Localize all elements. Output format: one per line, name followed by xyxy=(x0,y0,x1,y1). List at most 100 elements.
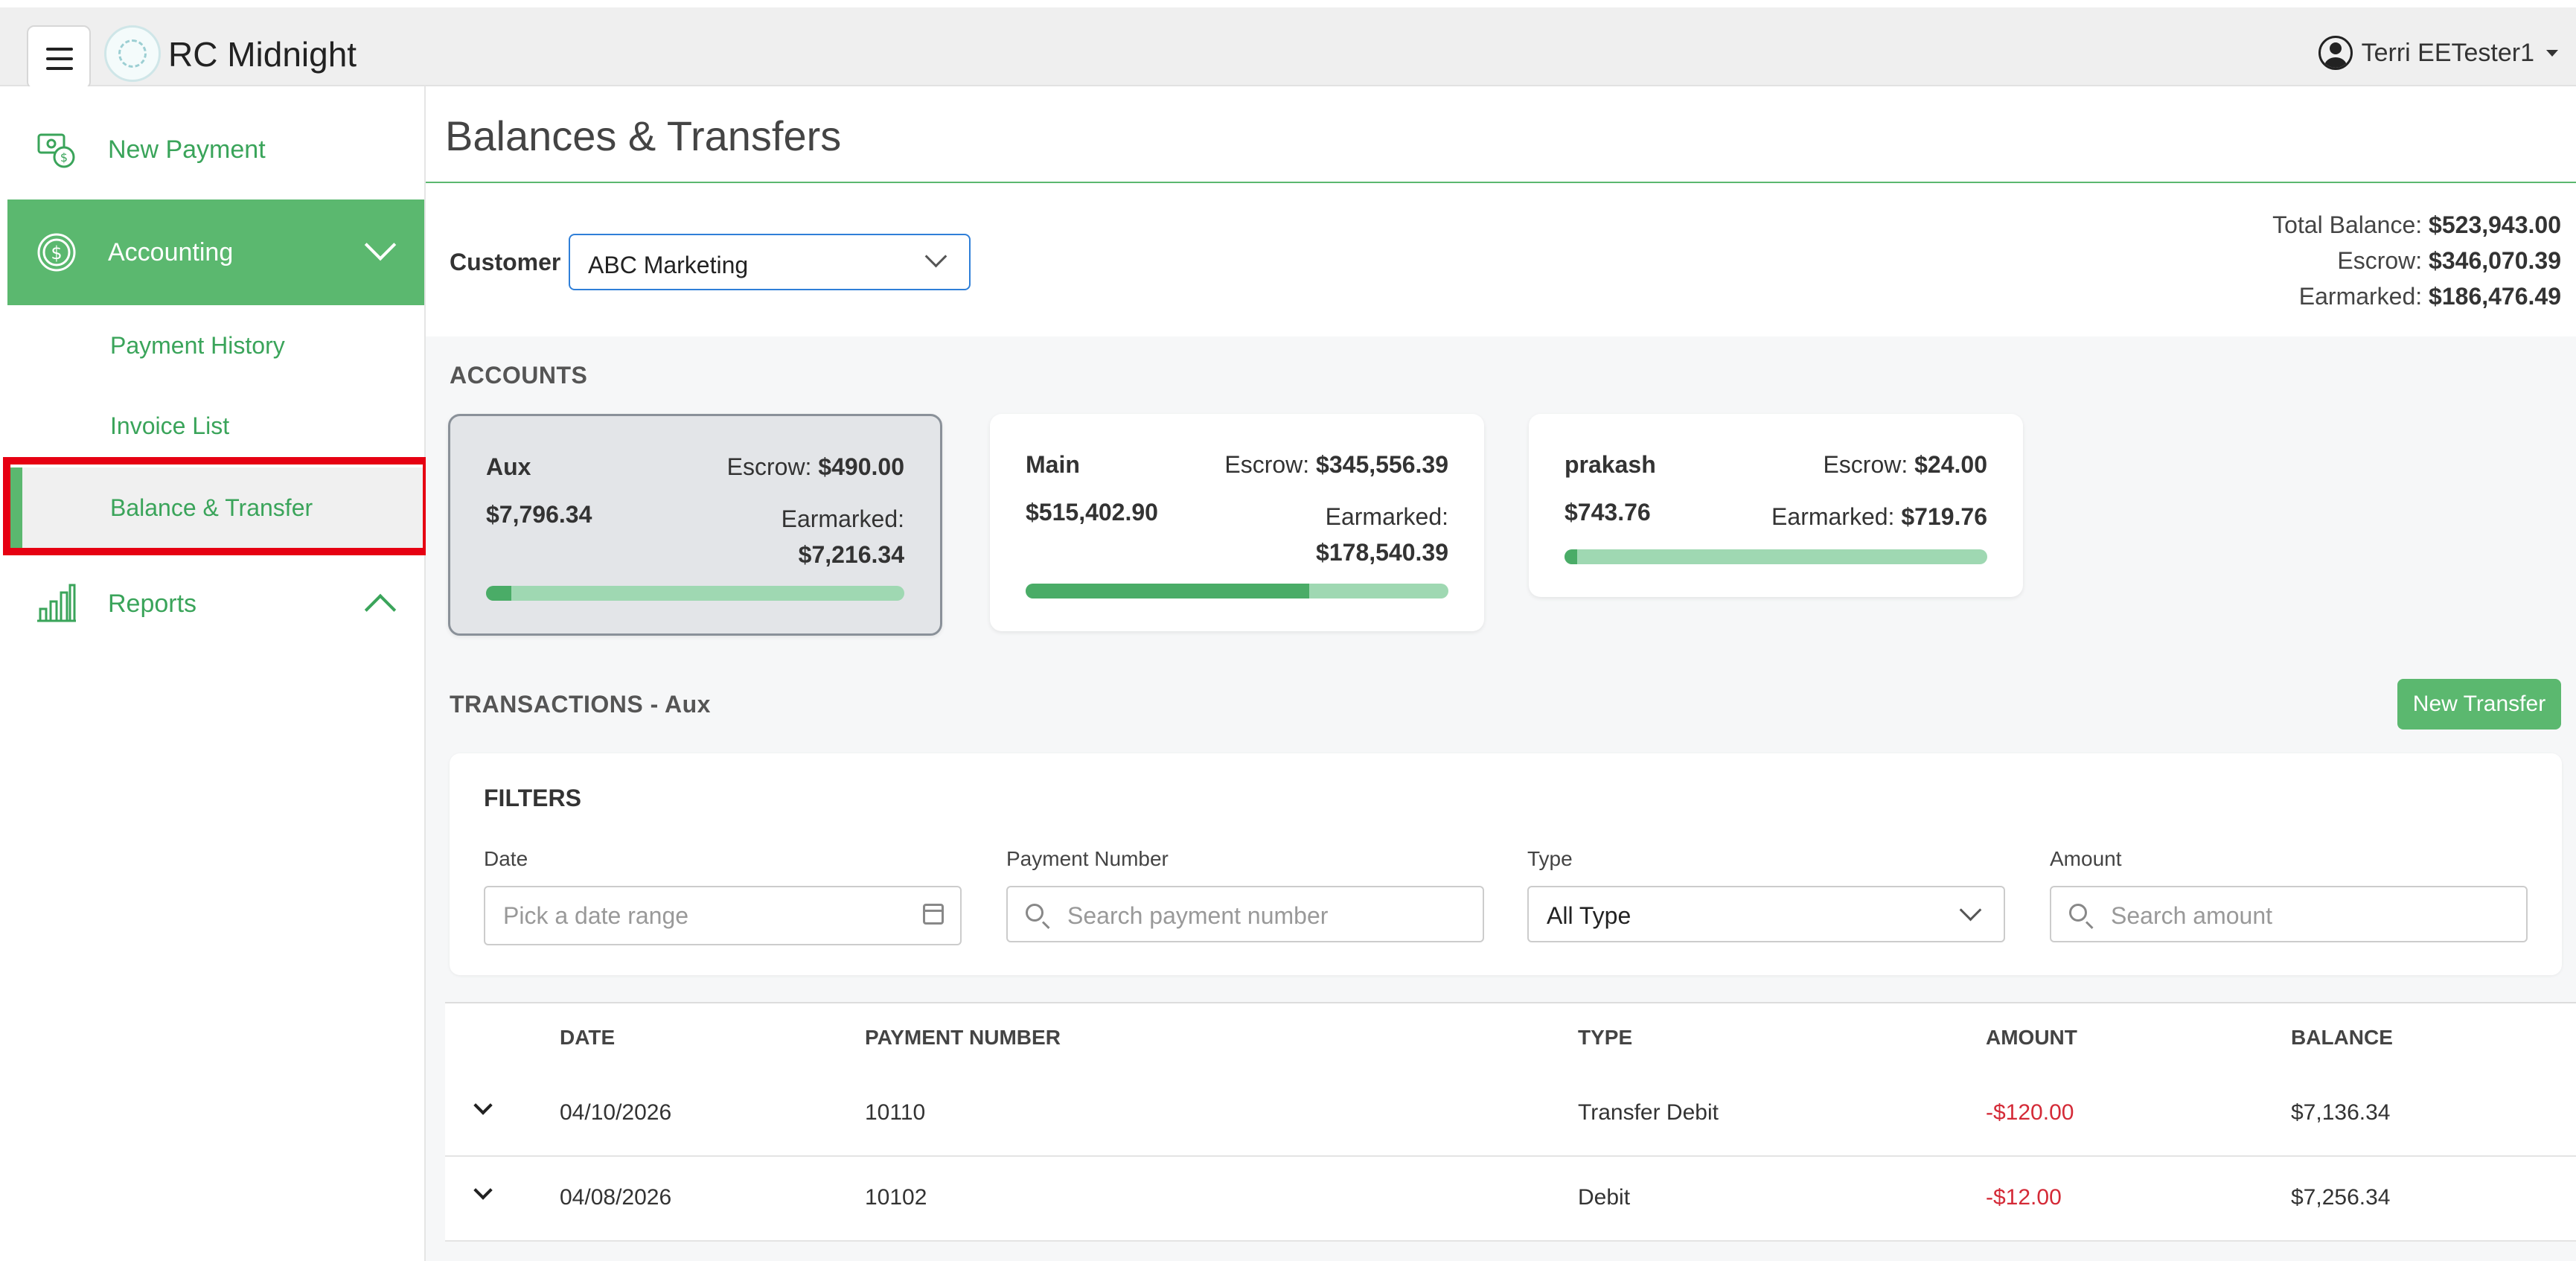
new-transfer-button[interactable]: New Transfer xyxy=(2397,679,2561,730)
svg-text:$: $ xyxy=(60,150,68,165)
cell-date: 04/10/2026 xyxy=(560,1100,672,1125)
account-name: Aux xyxy=(486,453,531,480)
amount-placeholder: Search amount xyxy=(2111,902,2273,929)
total-earmarked-label: Earmarked: xyxy=(2298,283,2423,310)
balance-totals: Total Balance: $523,943.00 Escrow: $346,… xyxy=(2272,207,2561,314)
chevron-down-icon xyxy=(364,229,397,261)
cell-date: 04/08/2026 xyxy=(560,1185,672,1210)
expand-chevron-icon[interactable] xyxy=(473,1096,493,1115)
type-select[interactable]: All Type xyxy=(1527,886,2005,942)
filters-title: FILTERS xyxy=(484,785,581,811)
sidebar-item-payment-history[interactable]: Payment History xyxy=(110,332,285,360)
account-card-main[interactable]: Main Escrow: $345,556.39 $515,402.90 Ear… xyxy=(990,414,1484,631)
payment-number-placeholder: Search payment number xyxy=(1067,902,1329,929)
chevron-up-icon xyxy=(364,593,397,626)
app-title: RC Midnight xyxy=(168,35,357,74)
amount-search-input[interactable]: Search amount xyxy=(2050,886,2528,942)
cell-payment-number: 10110 xyxy=(865,1100,926,1125)
chevron-down-icon xyxy=(1959,898,1982,922)
account-card-prakash[interactable]: prakash Escrow: $24.00 $743.76 Earmarked… xyxy=(1529,414,2023,597)
sidebar-item-balance-transfer[interactable]: Balance & Transfer xyxy=(7,467,424,549)
type-filter-label: Type xyxy=(1527,847,1573,870)
accounts-section-title: ACCOUNTS xyxy=(450,362,588,389)
account-name: Main xyxy=(1026,451,1080,478)
account-escrow: Escrow: $345,556.39 xyxy=(1224,451,1448,478)
dollar-circle-icon: $ xyxy=(37,233,76,272)
search-icon xyxy=(1026,904,1043,922)
account-escrow: Escrow: $24.00 xyxy=(1823,451,1987,478)
total-escrow-value: $346,070.39 xyxy=(2429,247,2561,274)
top-bar: RC Midnight Terri EETester1 xyxy=(0,7,2576,89)
sidebar-item-label: Balance & Transfer xyxy=(110,494,313,521)
table-row[interactable]: 04/10/2026 10110 Transfer Debit -$120.00… xyxy=(445,1072,2576,1157)
sidebar-item-label: Reports xyxy=(108,589,197,618)
payment-number-search-input[interactable]: Search payment number xyxy=(1006,886,1484,942)
total-balance-label: Total Balance: xyxy=(2272,211,2423,238)
transactions-section-title: TRANSACTIONS - Aux xyxy=(450,691,711,718)
table-row[interactable]: 04/08/2026 10102 Debit -$12.00 $7,256.34 xyxy=(445,1157,2576,1242)
date-filter-label: Date xyxy=(484,847,528,870)
bar-chart-icon xyxy=(37,584,76,622)
svg-text:$: $ xyxy=(51,243,62,264)
column-header-type[interactable]: TYPE xyxy=(1578,1026,1632,1050)
customer-selected-value: ABC Marketing xyxy=(588,252,749,278)
cell-amount: -$12.00 xyxy=(1986,1185,2062,1210)
cell-balance: $7,256.34 xyxy=(2291,1185,2391,1210)
cell-payment-number: 10102 xyxy=(865,1185,927,1210)
customer-label: Customer xyxy=(450,249,561,275)
main-content: Balances & Transfers Customer ABC Market… xyxy=(426,86,2576,1261)
column-header-balance[interactable]: BALANCE xyxy=(2291,1026,2393,1050)
account-balance: $7,796.34 xyxy=(486,501,592,528)
column-header-payment-number[interactable]: PAYMENT NUMBER xyxy=(865,1026,1061,1050)
account-escrow: Escrow: $490.00 xyxy=(726,453,904,480)
sidebar-item-label: New Payment xyxy=(108,135,266,164)
account-progress-fill xyxy=(1026,584,1309,598)
cell-balance: $7,136.34 xyxy=(2291,1100,2391,1125)
app-logo xyxy=(104,25,161,82)
account-card-aux[interactable]: Aux Escrow: $490.00 $7,796.34 Earmarked:… xyxy=(448,414,942,636)
sidebar-item-reports[interactable]: Reports xyxy=(7,563,424,645)
account-progress-bar xyxy=(1565,549,1987,564)
calendar-icon xyxy=(923,904,944,925)
sidebar: $ New Payment $ Accounting Payment Histo… xyxy=(0,86,430,1261)
user-account-icon xyxy=(2318,36,2353,70)
account-progress-fill xyxy=(486,586,511,601)
hamburger-menu-button[interactable] xyxy=(27,25,91,89)
date-placeholder: Pick a date range xyxy=(503,902,689,929)
payment-number-filter-label: Payment Number xyxy=(1006,847,1169,870)
cell-type: Debit xyxy=(1578,1185,1631,1210)
chevron-down-icon xyxy=(924,245,947,268)
money-payment-icon: $ xyxy=(37,133,75,168)
account-progress-bar xyxy=(1026,584,1448,598)
sidebar-item-invoice-list[interactable]: Invoice List xyxy=(110,412,229,440)
account-balance: $515,402.90 xyxy=(1026,499,1158,526)
total-earmarked-value: $186,476.49 xyxy=(2429,283,2561,310)
user-name: Terri EETester1 xyxy=(2361,38,2534,67)
cell-type: Transfer Debit xyxy=(1578,1100,1719,1125)
sidebar-item-new-payment[interactable]: $ New Payment xyxy=(7,109,424,191)
filters-panel: FILTERS Date Pick a date range Payment N… xyxy=(450,753,2562,975)
sidebar-item-accounting[interactable]: $ Accounting xyxy=(7,199,424,305)
account-progress-fill xyxy=(1565,549,1578,564)
search-icon xyxy=(2069,904,2087,922)
account-earmarked: Earmarked: $7,216.34 xyxy=(781,505,904,568)
page-header: Balances & Transfers xyxy=(426,86,2576,183)
expand-chevron-icon[interactable] xyxy=(473,1181,493,1200)
column-header-date[interactable]: DATE xyxy=(560,1026,615,1050)
account-balance: $743.76 xyxy=(1565,499,1651,526)
total-escrow-label: Escrow: xyxy=(2337,247,2423,274)
sidebar-item-label: Accounting xyxy=(108,237,234,266)
cell-amount: -$120.00 xyxy=(1986,1100,2074,1125)
column-header-amount[interactable]: AMOUNT xyxy=(1986,1026,2077,1050)
table-header: DATE PAYMENT NUMBER TYPE AMOUNT BALANCE xyxy=(445,1002,2576,1073)
account-name: prakash xyxy=(1565,451,1656,478)
account-earmarked: Earmarked: $178,540.39 xyxy=(1316,503,1448,566)
date-range-input[interactable]: Pick a date range xyxy=(484,886,962,945)
user-menu[interactable]: Terri EETester1 xyxy=(2318,36,2558,70)
amount-filter-label: Amount xyxy=(2050,847,2122,870)
customer-select[interactable]: ABC Marketing xyxy=(569,234,971,290)
account-earmarked: Earmarked: $719.76 xyxy=(1771,503,1987,530)
type-selected-value: All Type xyxy=(1547,902,1631,929)
caret-down-icon xyxy=(2546,49,2558,57)
total-balance-value: $523,943.00 xyxy=(2429,211,2561,238)
